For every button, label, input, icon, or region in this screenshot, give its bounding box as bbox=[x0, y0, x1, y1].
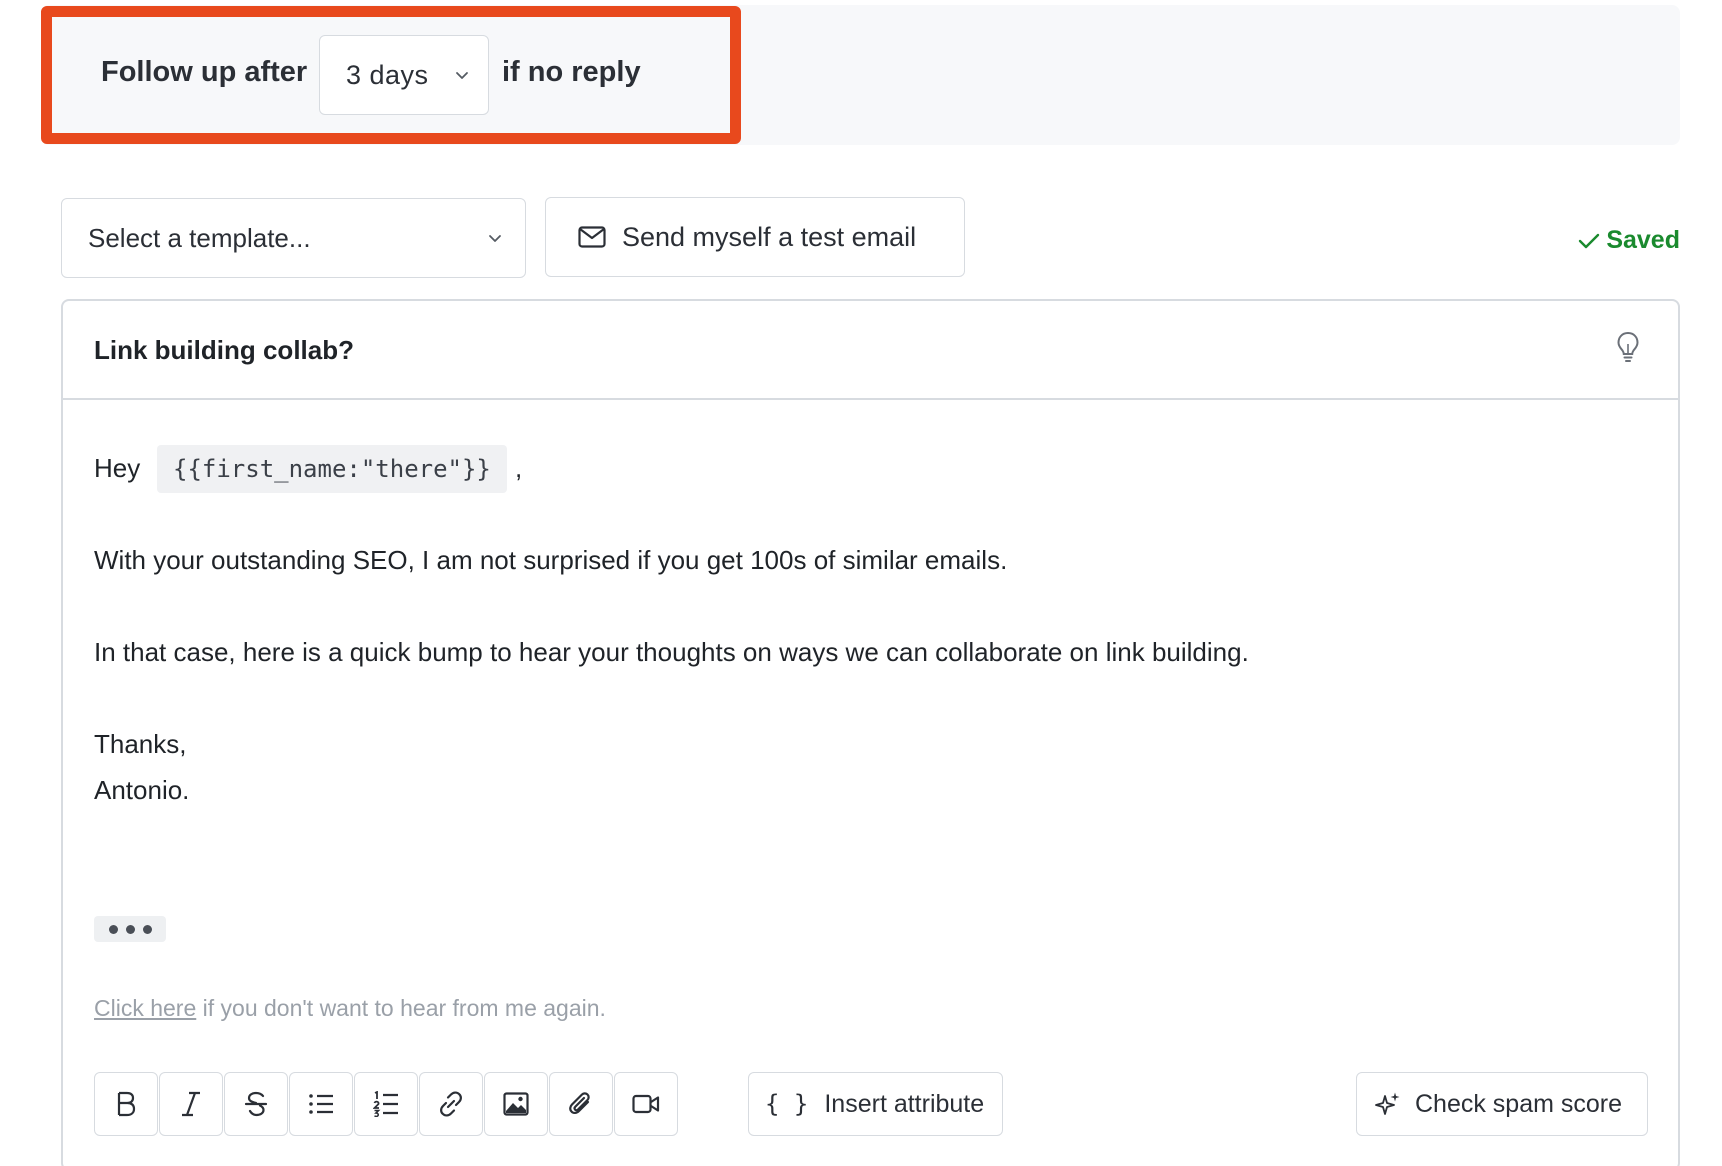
save-status-label: Saved bbox=[1606, 226, 1680, 254]
greeting-text[interactable]: Hey bbox=[94, 453, 140, 484]
variable-chip[interactable]: {{first_name:"there"}} bbox=[157, 445, 507, 493]
template-select-placeholder: Select a template... bbox=[88, 222, 311, 253]
greeting-punct: , bbox=[515, 453, 523, 483]
dot-icon bbox=[142, 924, 152, 934]
bold-button[interactable] bbox=[94, 1072, 158, 1136]
envelope-icon bbox=[578, 226, 606, 248]
unsubscribe-text: if you don't want to hear from me again. bbox=[196, 995, 606, 1021]
sparkles-icon bbox=[1375, 1092, 1400, 1115]
subject-row[interactable]: Link building collab? bbox=[63, 301, 1678, 400]
strikethrough-button[interactable] bbox=[224, 1072, 288, 1136]
numbered-list-icon bbox=[373, 1091, 398, 1117]
image-icon bbox=[503, 1092, 529, 1116]
bullet-list-icon bbox=[309, 1094, 333, 1114]
email-editor: Link building collab? Hey {{first_name:"… bbox=[61, 299, 1680, 1166]
send-test-email-button[interactable]: Send myself a test email bbox=[545, 197, 965, 277]
body-paragraph[interactable]: In that case, here is a quick bump to he… bbox=[94, 637, 1249, 668]
link-button[interactable] bbox=[419, 1072, 483, 1136]
unsubscribe-link[interactable]: Click here bbox=[94, 995, 196, 1021]
body-paragraph[interactable]: With your outstanding SEO, I am not surp… bbox=[94, 545, 1007, 576]
video-button[interactable] bbox=[614, 1072, 678, 1136]
check-spam-score-button[interactable]: Check spam score bbox=[1356, 1072, 1648, 1136]
template-select[interactable]: Select a template... bbox=[61, 198, 526, 278]
chevron-down-icon bbox=[489, 235, 501, 242]
dot-icon bbox=[108, 924, 118, 934]
bullet-list-button[interactable] bbox=[289, 1072, 353, 1136]
numbered-list-button[interactable] bbox=[354, 1072, 418, 1136]
attachment-button[interactable] bbox=[549, 1072, 613, 1136]
italic-icon bbox=[182, 1091, 200, 1117]
dot-icon bbox=[125, 924, 135, 934]
bold-icon bbox=[117, 1091, 136, 1117]
signature-text[interactable]: Antonio. bbox=[94, 775, 189, 806]
check-icon bbox=[1579, 233, 1600, 248]
save-status: Saved bbox=[1578, 226, 1680, 255]
insert-attribute-label: Insert attribute bbox=[824, 1089, 985, 1118]
strikethrough-icon bbox=[244, 1091, 268, 1117]
unsubscribe-line: Click here if you don't want to hear fro… bbox=[94, 995, 606, 1022]
braces-icon: { } bbox=[765, 1090, 809, 1118]
send-test-email-label: Send myself a test email bbox=[622, 221, 917, 252]
video-icon bbox=[632, 1094, 660, 1114]
insert-attribute-button[interactable]: { } Insert attribute bbox=[748, 1072, 1003, 1136]
image-button[interactable] bbox=[484, 1072, 548, 1136]
email-subject[interactable]: Link building collab? bbox=[94, 335, 354, 366]
italic-button[interactable] bbox=[159, 1072, 223, 1136]
show-trimmed-content-button[interactable] bbox=[94, 916, 166, 942]
signoff-text[interactable]: Thanks, bbox=[94, 729, 187, 760]
lightbulb-icon[interactable] bbox=[1616, 331, 1640, 363]
followup-highlight-box bbox=[41, 6, 741, 144]
attachment-icon bbox=[569, 1092, 590, 1115]
link-icon bbox=[440, 1091, 462, 1117]
check-spam-score-label: Check spam score bbox=[1415, 1089, 1623, 1118]
